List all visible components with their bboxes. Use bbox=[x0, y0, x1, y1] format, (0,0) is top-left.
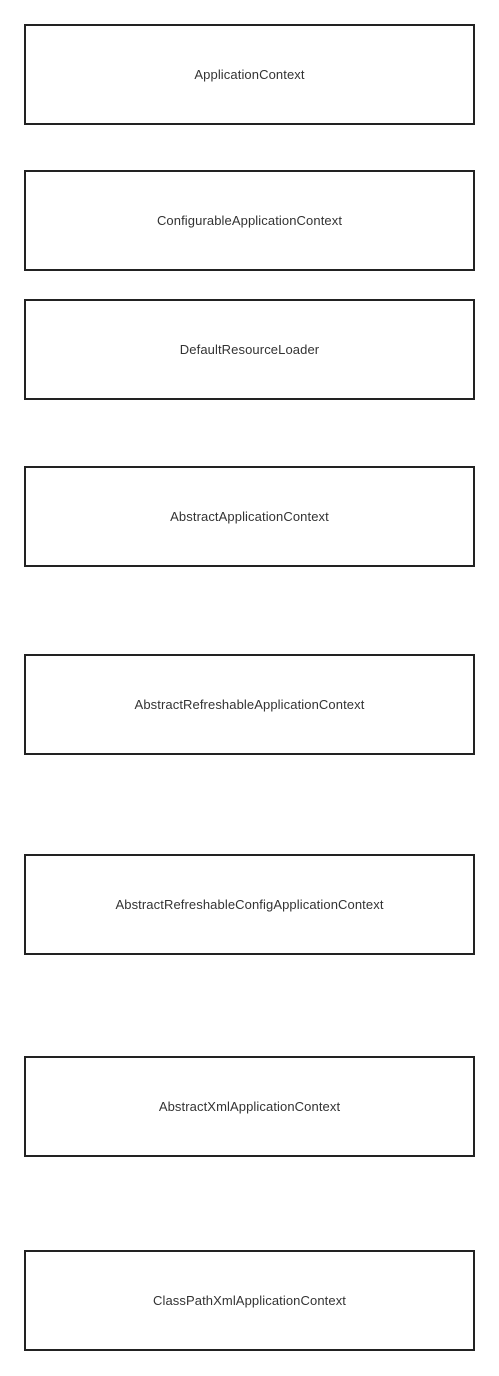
node-abstract-xml-application-context[interactable]: AbstractXmlApplicationContext bbox=[24, 1056, 475, 1157]
node-label: DefaultResourceLoader bbox=[179, 342, 320, 357]
node-label: AbstractRefreshableConfigApplicationCont… bbox=[115, 897, 384, 912]
node-configurable-application-context[interactable]: ConfigurableApplicationContext bbox=[24, 170, 475, 271]
node-abstract-refreshable-config-application-context[interactable]: AbstractRefreshableConfigApplicationCont… bbox=[24, 854, 475, 955]
node-label: AbstractXmlApplicationContext bbox=[158, 1099, 341, 1114]
node-abstract-refreshable-application-context[interactable]: AbstractRefreshableApplicationContext bbox=[24, 654, 475, 755]
node-label: ConfigurableApplicationContext bbox=[156, 213, 343, 228]
node-label: AbstractApplicationContext bbox=[170, 509, 329, 524]
node-abstract-application-context[interactable]: AbstractApplicationContext bbox=[24, 466, 475, 567]
node-label: AbstractRefreshableApplicationContext bbox=[134, 697, 365, 712]
node-application-context[interactable]: ApplicationContext bbox=[24, 24, 475, 125]
node-default-resource-loader[interactable]: DefaultResourceLoader bbox=[24, 299, 475, 400]
node-class-path-xml-application-context[interactable]: ClassPathXmlApplicationContext bbox=[24, 1250, 475, 1351]
node-label: ClassPathXmlApplicationContext bbox=[152, 1293, 347, 1308]
node-label: ApplicationContext bbox=[194, 67, 305, 82]
class-hierarchy-diagram: ApplicationContext ConfigurableApplicati… bbox=[0, 0, 499, 1376]
